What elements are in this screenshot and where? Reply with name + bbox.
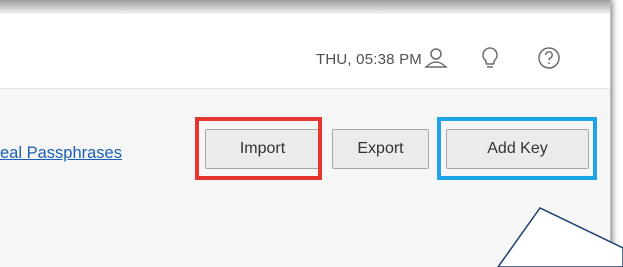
export-button[interactable]: Export	[332, 129, 429, 169]
top-header-bar: THU, 05:38 PM	[0, 14, 610, 89]
add-key-highlight-box	[437, 117, 597, 180]
date-time-display: THU, 05:38 PM	[316, 51, 422, 68]
import-highlight-box	[195, 117, 322, 180]
window-top-edge	[0, 0, 610, 14]
passphrases-link[interactable]: eal Passphrases	[0, 144, 122, 163]
help-icon[interactable]	[536, 45, 562, 71]
user-icon[interactable]	[423, 45, 449, 71]
lightbulb-icon[interactable]	[477, 45, 503, 71]
